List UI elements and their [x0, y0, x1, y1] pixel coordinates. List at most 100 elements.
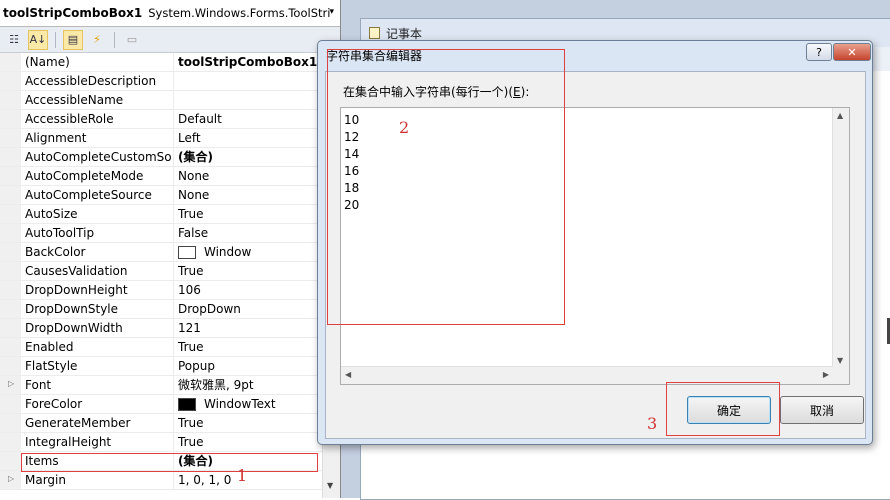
- property-value[interactable]: 106: [174, 281, 340, 299]
- expand-icon[interactable]: ▷: [8, 379, 14, 388]
- property-value-text: WindowText: [204, 397, 276, 411]
- property-value[interactable]: Left: [174, 129, 340, 147]
- property-name: BackColor: [21, 243, 174, 261]
- property-row[interactable]: FlatStyle Popup: [0, 357, 340, 376]
- property-row[interactable]: AccessibleRole Default: [0, 110, 340, 129]
- property-row[interactable]: CausesValidation True: [0, 262, 340, 281]
- chevron-down-icon[interactable]: ▾: [329, 7, 334, 17]
- scroll-down-icon[interactable]: ▼: [327, 481, 333, 490]
- property-row[interactable]: AutoSize True: [0, 205, 340, 224]
- property-value-text: None: [178, 169, 210, 183]
- property-value-text: 106: [178, 283, 201, 297]
- property-row[interactable]: AutoCompleteCustomSo (集合): [0, 148, 340, 167]
- property-row[interactable]: AccessibleDescription: [0, 72, 340, 91]
- property-value[interactable]: Popup: [174, 357, 340, 375]
- help-button[interactable]: ?: [806, 43, 832, 61]
- property-row[interactable]: ForeColor WindowText: [0, 395, 340, 414]
- property-name: DropDownHeight: [21, 281, 174, 299]
- property-row[interactable]: Enabled True: [0, 338, 340, 357]
- property-value[interactable]: True: [174, 262, 340, 280]
- property-value[interactable]: None: [174, 186, 340, 204]
- property-row[interactable]: DropDownStyle DropDown: [0, 300, 340, 319]
- property-row[interactable]: DropDownHeight 106: [0, 281, 340, 300]
- property-value[interactable]: True: [174, 433, 340, 451]
- property-value[interactable]: (集合): [174, 148, 340, 166]
- property-row[interactable]: AutoCompleteSource None: [0, 186, 340, 205]
- notepad-icon: [369, 27, 380, 39]
- color-swatch: [178, 245, 196, 259]
- property-name: CausesValidation: [21, 262, 174, 280]
- properties-icon[interactable]: ▤: [63, 29, 83, 50]
- cancel-button[interactable]: 取消: [780, 396, 864, 424]
- property-row[interactable]: AutoToolTip False: [0, 224, 340, 243]
- property-row[interactable]: AccessibleName: [0, 91, 340, 110]
- property-value[interactable]: True: [174, 338, 340, 356]
- row-gutter: [0, 148, 21, 166]
- highlight-ok-button: [666, 382, 780, 436]
- property-grid: (Name) toolStripComboBox1 AccessibleDescri…: [0, 53, 340, 490]
- property-value-text: 微软雅黑, 9pt: [178, 378, 254, 392]
- row-gutter: [0, 91, 21, 109]
- row-gutter: [0, 72, 21, 90]
- annotation-2: 2: [399, 118, 410, 137]
- property-name: AccessibleName: [21, 91, 174, 109]
- highlight-items-row: [21, 453, 318, 472]
- property-value[interactable]: 121: [174, 319, 340, 337]
- row-gutter: [0, 319, 21, 337]
- property-row[interactable]: IntegralHeight True: [0, 433, 340, 452]
- row-gutter: [0, 262, 21, 280]
- lightning-icon[interactable]: ⚡: [87, 30, 107, 50]
- alphabetical-icon[interactable]: A↓: [28, 29, 48, 50]
- row-gutter: [0, 167, 21, 185]
- property-pages-icon[interactable]: ▭: [122, 30, 142, 50]
- property-row[interactable]: ▷ Font 微软雅黑, 9pt: [0, 376, 340, 395]
- expand-icon[interactable]: ▷: [8, 474, 14, 483]
- property-value[interactable]: False: [174, 224, 340, 242]
- property-value[interactable]: toolStripComboBox1: [174, 53, 340, 71]
- property-name: AutoCompleteMode: [21, 167, 174, 185]
- property-value[interactable]: Default: [174, 110, 340, 128]
- property-value-text: Left: [178, 131, 201, 145]
- scroll-right-icon[interactable]: ▶: [823, 370, 829, 379]
- property-value-text: True: [178, 416, 204, 430]
- property-value[interactable]: Window: [174, 243, 340, 261]
- close-button[interactable]: ✕: [833, 43, 871, 61]
- object-selector[interactable]: toolStripComboBox1 System.Windows.Forms.…: [0, 0, 340, 27]
- scroll-left-icon[interactable]: ◀: [345, 370, 351, 379]
- property-row[interactable]: ▷ Margin 1, 0, 1, 0: [0, 471, 340, 490]
- property-name: AccessibleRole: [21, 110, 174, 128]
- property-value[interactable]: True: [174, 414, 340, 432]
- annotation-3: 3: [647, 414, 658, 433]
- property-value[interactable]: DropDown: [174, 300, 340, 318]
- row-gutter: [0, 300, 21, 318]
- property-row[interactable]: BackColor Window: [0, 243, 340, 262]
- property-name: (Name): [21, 53, 174, 71]
- categorized-icon[interactable]: ☷: [4, 30, 24, 50]
- property-row[interactable]: Alignment Left: [0, 129, 340, 148]
- highlight-dialog-text: [327, 49, 565, 325]
- property-value[interactable]: 1, 0, 1, 0: [174, 471, 340, 489]
- property-name: GenerateMember: [21, 414, 174, 432]
- property-value[interactable]: None: [174, 167, 340, 185]
- property-value-text: Popup: [178, 359, 215, 373]
- property-name: AutoCompleteSource: [21, 186, 174, 204]
- property-row[interactable]: AutoCompleteMode None: [0, 167, 340, 186]
- row-gutter: [0, 281, 21, 299]
- property-row[interactable]: (Name) toolStripComboBox1: [0, 53, 340, 72]
- property-value[interactable]: WindowText: [174, 395, 340, 413]
- row-gutter: [0, 338, 21, 356]
- property-value[interactable]: True: [174, 205, 340, 223]
- property-name: Font: [21, 376, 174, 394]
- property-value[interactable]: [174, 72, 340, 90]
- property-name: ForeColor: [21, 395, 174, 413]
- property-row[interactable]: DropDownWidth 121: [0, 319, 340, 338]
- scroll-up-icon[interactable]: ▲: [837, 111, 843, 120]
- row-gutter: [0, 433, 21, 451]
- property-value[interactable]: [174, 91, 340, 109]
- textarea-vertical-scrollbar[interactable]: ▲ ▼: [832, 108, 849, 368]
- property-row[interactable]: GenerateMember True: [0, 414, 340, 433]
- property-value[interactable]: 微软雅黑, 9pt: [174, 376, 340, 394]
- scroll-down-icon[interactable]: ▼: [837, 356, 843, 365]
- property-value-text: Default: [178, 112, 222, 126]
- scrollbar-corner: [833, 367, 849, 384]
